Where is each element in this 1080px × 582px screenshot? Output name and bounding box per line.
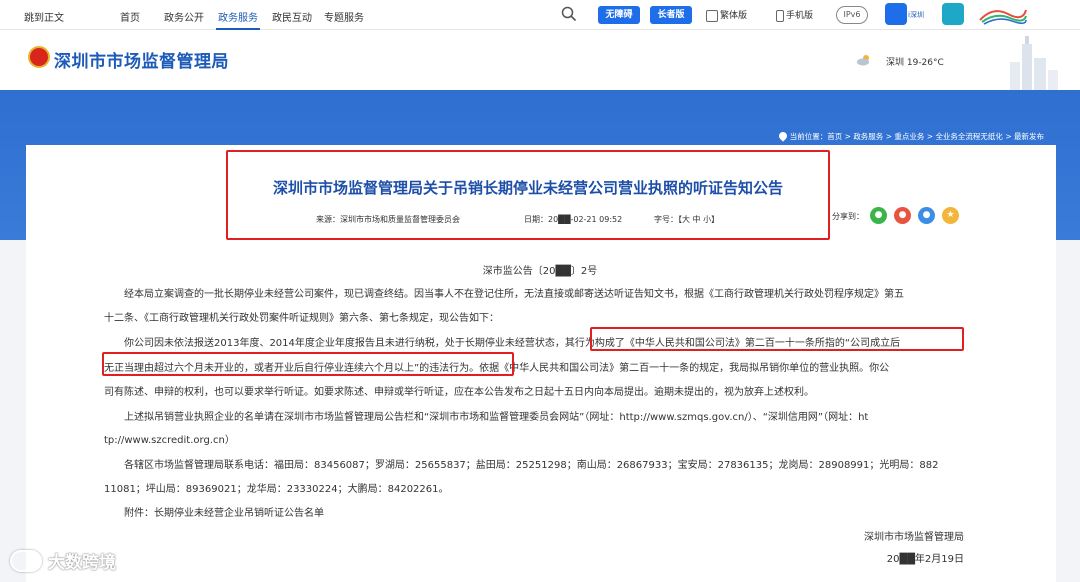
nav-home[interactable]: 首页 [120,9,140,24]
paragraph-line: 各辖区市场监督管理局联系电话：福田局：83456087；罗湖局：25655837… [124,460,939,471]
location-pin-icon [777,130,789,142]
ipv6-badge: IPv6 [836,6,868,24]
weather-text: 深圳 19-26°C [886,58,944,68]
qq-share-icon[interactable]: ● [918,207,935,224]
skyline-illustration-icon [1010,36,1058,90]
document-number: 深市监公告〔20██〕2号 [482,266,598,277]
font-size-switcher[interactable]: 字号：【大 中 小】 [654,214,719,225]
highlight-box-2 [102,352,514,376]
breadcrumb-prefix: 当前位置： [789,132,828,141]
qzone-share-icon[interactable]: ★ [942,207,959,224]
elder-mode-button[interactable]: 长者版 [650,6,692,24]
article-source: 来源：深圳市市场和质量监督管理委员会 [316,215,460,224]
cloud-sun-icon [857,55,869,66]
top-nav-bar: 跳到正文 首页 政务公开 政务服务 政民互动 专题服务 无障碍 长者版 繁体版 … [0,0,1080,30]
watermark-logo-icon [10,550,42,572]
search-icon[interactable] [560,5,578,23]
mobile-label: 手机版 [786,11,814,21]
skip-to-content-link[interactable]: 跳到正文 [24,9,64,24]
breadcrumb-separator: > [842,132,854,141]
emblem-icon [28,46,50,68]
traditional-label: 繁体版 [720,11,748,21]
sign-date: 20██年2月19日 [886,554,964,565]
paragraph-line: tp://www.szcredit.org.cn） [104,435,235,446]
breadcrumb-item-paperless[interactable]: 全业务全流程无纸化 [935,132,1003,141]
app-icon-1[interactable] [885,3,907,25]
watermark-text: 大数跨境 [48,553,116,573]
article-title: 深圳市市场监督管理局关于吊销长期停业未经营公司营业执照的听证告知公告 [272,179,783,197]
weibo-share-icon[interactable]: ● [894,207,911,224]
paragraph-line: 经本局立案调查的一批长期停业未经营公司案件，现已调查终结。因当事人不在登记住所，… [124,289,904,300]
breadcrumb-item-service[interactable]: 政务服务 [853,132,883,141]
site-title[interactable]: 深圳市市场监督管理局 [54,47,229,72]
city-logo-icon [979,9,1027,25]
breadcrumb-item-home[interactable]: 首页 [827,132,842,141]
nav-gov-open[interactable]: 政务公开 [164,9,204,24]
app-icon-2[interactable] [942,3,964,25]
watermark: 大数跨境 [10,548,116,573]
traditional-chinese-link[interactable]: 繁体版 [706,8,747,22]
signer: 深圳市市场监督管理局 [864,532,964,543]
breadcrumb-item-key[interactable]: 重点业务 [894,132,924,141]
breadcrumb-item-latest[interactable]: 最新发布 [1014,132,1044,141]
accessibility-button[interactable]: 无障碍 [598,6,640,24]
share-label: 分享到： [832,212,864,221]
attachment-line[interactable]: 附件：长期停业未经营企业吊销听证公告名单 [124,504,324,519]
site-header: 深圳市市场监督管理局 深圳 19-26°C [0,30,1080,90]
wechat-share-icon[interactable]: ● [870,207,887,224]
paragraph-line: 11081；坪山局：89369021；龙华局：23330224；大鹏局：8420… [104,484,449,495]
paragraph-line: 上述拟吊销营业执照企业的名单请在深圳市市场监督管理局公告栏和“深圳市市场和监督管… [124,412,869,423]
article-date: 日期：20██-02-21 09:52 [524,215,623,224]
paragraph-line: 十二条、《工商行政管理机关行政处罚案件听证规则》第六条、第七条规定，现公告如下： [104,313,499,324]
breadcrumb-separator: > [1002,132,1014,141]
traditional-icon [706,9,718,22]
nav-gov-service[interactable]: 政务服务 [218,9,258,24]
app-label-1: i深圳 [908,11,924,19]
breadcrumb: 当前位置：首页 > 政务服务 > 重点业务 > 全业务全流程无纸化 > 最新发布 [777,130,1044,142]
mobile-icon [776,9,784,22]
nav-topics[interactable]: 专题服务 [324,9,364,24]
paragraph-line: 司有陈述、申辩的权利，也可以要求举行听证。如要求陈述、申辩或举行听证，应在本公告… [104,387,814,398]
mobile-version-link[interactable]: 手机版 [776,8,813,22]
nav-interaction[interactable]: 政民互动 [272,9,312,24]
breadcrumb-separator: > [924,132,936,141]
highlight-box-1 [590,327,964,351]
breadcrumb-separator: > [883,132,895,141]
